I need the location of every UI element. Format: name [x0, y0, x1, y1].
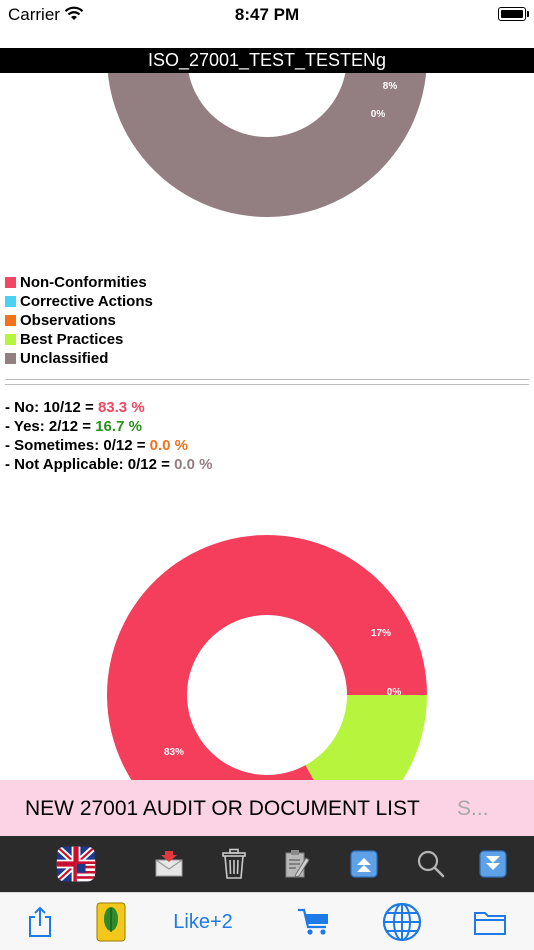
like-button[interactable]: Like+2 — [165, 901, 241, 943]
banner-more[interactable]: S... — [457, 797, 489, 821]
slice-percent-label: 83% — [164, 747, 184, 758]
edit-note-icon[interactable] — [276, 844, 316, 884]
legend-label: Observations — [20, 312, 116, 329]
legend-item: Observations — [5, 311, 153, 330]
folder-icon[interactable] — [472, 901, 508, 943]
scroll-top-icon[interactable] — [344, 844, 384, 884]
slice-percent-label: 17% — [371, 628, 391, 639]
cart-icon[interactable] — [296, 901, 332, 943]
banner-text[interactable]: NEW 27001 AUDIT OR DOCUMENT LIST — [25, 797, 420, 821]
battery-icon — [498, 7, 529, 21]
clock: 8:47 PM — [234, 5, 300, 24]
stat-label: - Not Applicable: 0/12 = — [5, 456, 175, 473]
stat-line: - No: 10/12 = 83.3 % — [5, 398, 212, 417]
divider — [5, 379, 529, 380]
legend-swatch — [5, 334, 16, 345]
legend-label: Unclassified — [20, 350, 109, 367]
stat-value: 0.0 % — [149, 437, 189, 454]
flag-uk-us-icon[interactable] — [56, 844, 96, 884]
search-icon[interactable] — [411, 844, 451, 884]
stat-line: - Sometimes: 0/12 = 0.0 % — [5, 436, 212, 455]
like-label[interactable]: Like+2 — [173, 911, 233, 934]
legend-item: Non-Conformities — [5, 273, 153, 292]
mail-download-icon[interactable] — [149, 844, 189, 884]
scroll-bottom-icon[interactable] — [473, 844, 513, 884]
legend-swatch — [5, 277, 16, 288]
page-title: ISO_27001_TEST_TESTENg — [0, 48, 534, 73]
stat-value: 0.0 % — [174, 456, 213, 473]
report-scroll-view[interactable]: 8% 0% 17% 0% 83% Non-Conformities Corrective… — [0, 73, 534, 780]
legend-item: Corrective Actions — [5, 292, 153, 311]
legend-label: Non-Conformities — [20, 274, 147, 291]
stat-label: - Yes: 2/12 = — [5, 418, 96, 435]
stat-value: 83.3 % — [97, 399, 145, 416]
donut-slice-unclassified — [107, 73, 427, 217]
share-icon[interactable] — [25, 901, 55, 943]
stat-line: - Not Applicable: 0/12 = 0.0 % — [5, 455, 212, 474]
legend-swatch — [5, 315, 16, 326]
divider — [5, 384, 529, 385]
donut-chart-findings: 8% 0% — [107, 73, 427, 217]
answer-stats: - No: 10/12 = 83.3 % - Yes: 2/12 = 16.7 %… — [5, 398, 212, 474]
donut-chart-answers: 17% 0% 83% — [107, 535, 427, 780]
slice-percent-label: 8% — [383, 81, 398, 92]
legend-swatch — [5, 296, 16, 307]
globe-icon[interactable] — [381, 901, 423, 943]
action-toolbar — [0, 836, 534, 892]
stat-label: - Sometimes: 0/12 = — [5, 437, 150, 454]
slice-percent-label: 0% — [387, 687, 402, 698]
stat-value: 16.7 % — [95, 418, 142, 435]
donut-slice-yes — [305, 695, 427, 780]
stat-line: - Yes: 2/12 = 16.7 % — [5, 417, 212, 436]
trash-icon[interactable] — [214, 844, 254, 884]
legend-label: Corrective Actions — [20, 293, 153, 310]
status-bar: Carrier 8:47 PM — [0, 0, 534, 32]
stat-label: - No: 10/12 = — [5, 399, 98, 416]
legend-item: Unclassified — [5, 349, 153, 368]
bottom-tab-bar: Like+2 — [0, 892, 534, 950]
slice-percent-label: 0% — [371, 109, 386, 120]
legend-swatch — [5, 353, 16, 364]
app-logo-icon[interactable] — [94, 901, 128, 943]
legend-item: Best Practices — [5, 330, 153, 349]
chart-legend: Non-Conformities Corrective Actions Observ… — [5, 273, 153, 368]
new-audit-banner[interactable]: NEW 27001 AUDIT OR DOCUMENT LIST S... — [0, 780, 534, 836]
legend-label: Best Practices — [20, 331, 124, 348]
